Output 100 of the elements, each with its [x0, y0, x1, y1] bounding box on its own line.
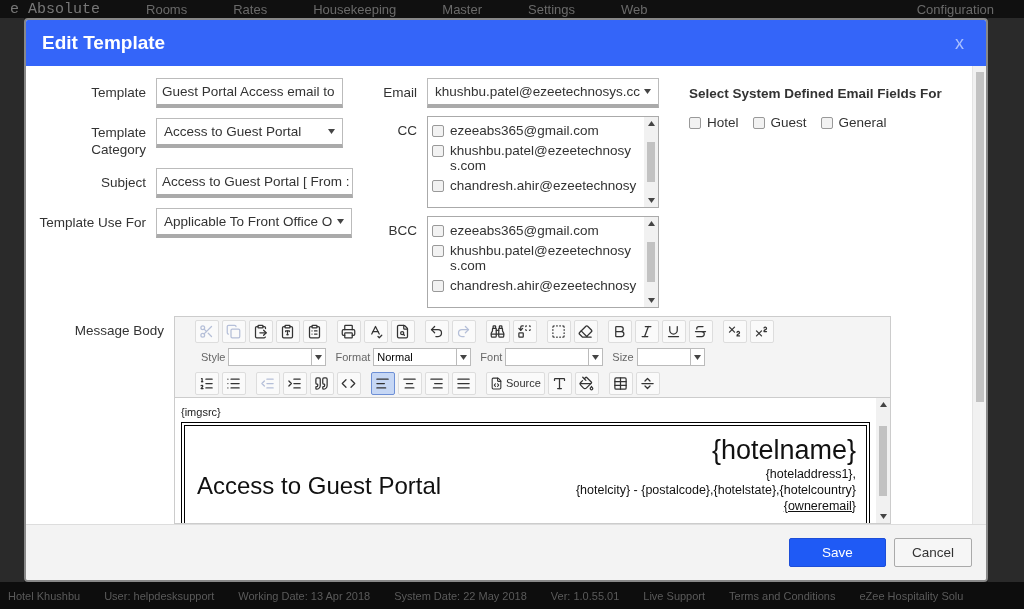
scroll-up-icon	[647, 121, 655, 126]
checkbox[interactable]	[432, 245, 444, 257]
replace-button[interactable]	[513, 319, 537, 343]
nav-item[interactable]: Web	[621, 1, 648, 17]
field-label: Message Body	[73, 322, 164, 340]
indent-button[interactable]	[283, 371, 307, 395]
caret-icon	[315, 354, 323, 360]
template-field[interactable]: Guest Portal Access email to	[156, 78, 343, 108]
nav-item[interactable]: Rates	[233, 1, 268, 17]
find-button[interactable]	[486, 319, 510, 343]
combo-select[interactable]: Normal	[373, 348, 472, 366]
email-select[interactable]: khushbu.patel@ezeetechnosys.cc	[427, 78, 659, 108]
status-text: System Date: 22 May 2018	[394, 589, 527, 602]
spellcheck-button[interactable]	[364, 319, 388, 343]
cancel-button[interactable]: Cancel	[894, 538, 972, 567]
nav-item[interactable]: Housekeeping	[313, 1, 397, 17]
email-option: khushbu.patel@ezeetechnosys.com	[450, 243, 640, 273]
checkbox[interactable]	[432, 145, 444, 157]
checkbox[interactable]	[432, 225, 444, 237]
find-icon	[490, 323, 505, 339]
status-text: eZee Hospitality Solu	[859, 589, 964, 602]
paste-text-button[interactable]	[276, 319, 300, 343]
indent-icon	[287, 375, 302, 391]
align-right-button[interactable]	[425, 371, 449, 395]
paste-text-icon	[280, 323, 295, 339]
print-icon	[341, 323, 356, 339]
underline-button[interactable]	[662, 319, 686, 343]
scroll-down-icon	[647, 198, 655, 203]
subscript-button[interactable]	[723, 319, 747, 343]
editor-scrollbar[interactable]	[876, 398, 890, 523]
field-label: Template Category	[90, 124, 146, 158]
hotel-name: {hotelname}	[711, 434, 856, 466]
checkbox[interactable]	[752, 117, 765, 129]
undo-icon	[429, 323, 444, 339]
field-label: BCC	[387, 222, 417, 239]
superscript-button[interactable]	[750, 319, 774, 343]
address-line: {hoteladdress1},	[765, 466, 856, 482]
select-all-button[interactable]	[547, 319, 571, 343]
category-select[interactable]: Access to Guest Portal	[156, 118, 343, 148]
numbered-list-button[interactable]	[195, 371, 219, 395]
dialog-title: Edit Template	[42, 32, 166, 54]
checkbox[interactable]	[820, 117, 833, 129]
combo-label: Style	[201, 351, 226, 363]
nav-item[interactable]: Rooms	[146, 1, 188, 17]
text-color-button[interactable]	[547, 371, 572, 395]
spellcheck-icon	[368, 323, 383, 339]
field-label: Template Use For	[38, 214, 146, 231]
list-scrollbar[interactable]	[644, 217, 658, 307]
subject-field[interactable]: Access to Guest Portal [ From :	[156, 168, 353, 198]
template-heading: Access to Guest Portal	[197, 472, 442, 500]
checkbox[interactable]	[689, 117, 701, 129]
select-all-icon	[551, 323, 566, 339]
text-color-icon	[551, 375, 567, 391]
app-logo: e Absolute	[10, 0, 100, 18]
status-text: Hotel Khushbu	[8, 589, 81, 602]
preview-icon	[395, 323, 410, 339]
paste-word-button[interactable]	[303, 319, 327, 343]
combo-label: Format	[335, 351, 371, 363]
email-option: chandresh.ahir@ezeetechnosy	[450, 178, 637, 193]
paste-button[interactable]	[249, 319, 273, 343]
quote-button[interactable]	[310, 371, 334, 395]
preview-button[interactable]	[391, 319, 415, 343]
bold-button[interactable]	[608, 319, 632, 343]
checkbox[interactable]	[432, 125, 444, 137]
table-button[interactable]	[608, 371, 633, 395]
list-scrollbar[interactable]	[644, 117, 658, 207]
nav-item[interactable]: Configuration	[916, 1, 994, 17]
background-color-button[interactable]	[574, 371, 599, 395]
status-text: Ver: 1.0.55.01	[550, 589, 620, 602]
outdent-icon	[260, 375, 275, 391]
nav-item[interactable]: Settings	[528, 1, 575, 17]
strikethrough-button[interactable]	[689, 319, 713, 343]
checkbox[interactable]	[432, 280, 444, 292]
save-button[interactable]: Save	[789, 538, 886, 567]
address-line: {hotelcity} - {postalcode},{hotelstate},{hotelcountry}	[575, 482, 856, 498]
eraser-button[interactable]	[574, 319, 598, 343]
image-placeholder-text: {imgsrc}	[181, 406, 221, 418]
source-button[interactable]: Source	[486, 371, 545, 395]
nav-item[interactable]: Master	[442, 1, 483, 17]
bullet-list-button[interactable]	[222, 371, 246, 395]
horizontal-rule-button[interactable]	[635, 371, 660, 395]
caret-icon	[460, 354, 468, 360]
checkbox-label: General	[838, 115, 887, 130]
undo-button[interactable]	[425, 319, 449, 343]
align-left-button[interactable]	[371, 371, 395, 395]
caret-icon	[328, 129, 335, 134]
caret-icon	[693, 354, 701, 360]
italic-button[interactable]	[635, 319, 659, 343]
align-center-button[interactable]	[398, 371, 422, 395]
checkbox[interactable]	[432, 180, 444, 192]
align-left-icon	[375, 375, 390, 391]
bullet-list-icon	[226, 375, 241, 391]
justify-button[interactable]	[452, 371, 476, 395]
use-for-select[interactable]: Applicable To Front Office O	[156, 208, 352, 238]
dialog-scrollbar[interactable]	[972, 66, 986, 524]
scroll-up-icon	[879, 402, 887, 407]
horizontal-rule-icon	[639, 375, 655, 391]
print-button[interactable]	[337, 319, 361, 343]
email-option: ezeeabs365@gmail.com	[450, 123, 599, 138]
checkbox-label: Guest	[770, 115, 807, 130]
